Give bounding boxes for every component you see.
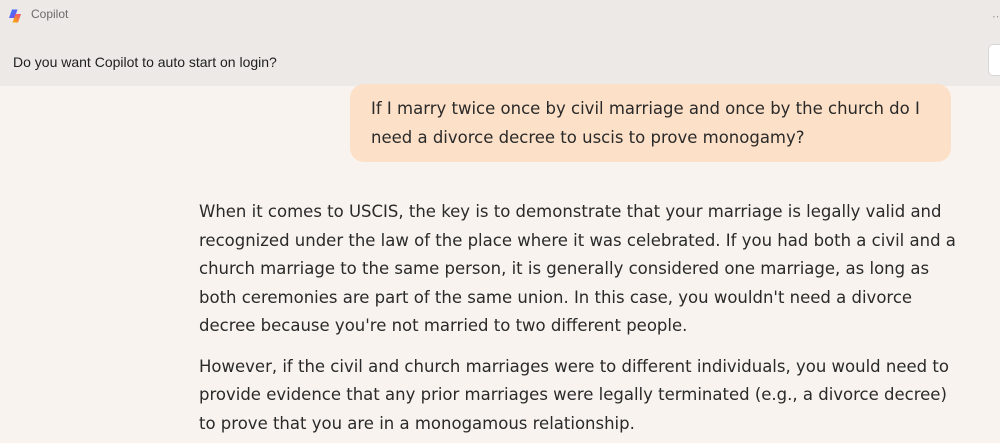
title-bar: Copilot ⋯ [0, 0, 1000, 32]
copilot-logo-icon [9, 9, 21, 23]
user-message-text: If I marry twice once by civil marriage … [371, 99, 920, 147]
notification-action-button[interactable] [988, 44, 1000, 76]
assistant-paragraph: However, if the civil and church marriag… [199, 356, 949, 433]
window-title: Copilot [31, 7, 69, 21]
assistant-response: When it comes to USCIS, the key is to de… [199, 198, 959, 443]
notification-text: Do you want Copilot to auto start on log… [13, 54, 277, 70]
assistant-paragraph: When it comes to USCIS, the key is to de… [199, 202, 956, 335]
window-controls-edge[interactable]: ⋯ [992, 10, 1000, 24]
user-message-bubble: If I marry twice once by civil marriage … [350, 84, 951, 162]
auto-start-notification: Do you want Copilot to auto start on log… [0, 32, 1000, 86]
